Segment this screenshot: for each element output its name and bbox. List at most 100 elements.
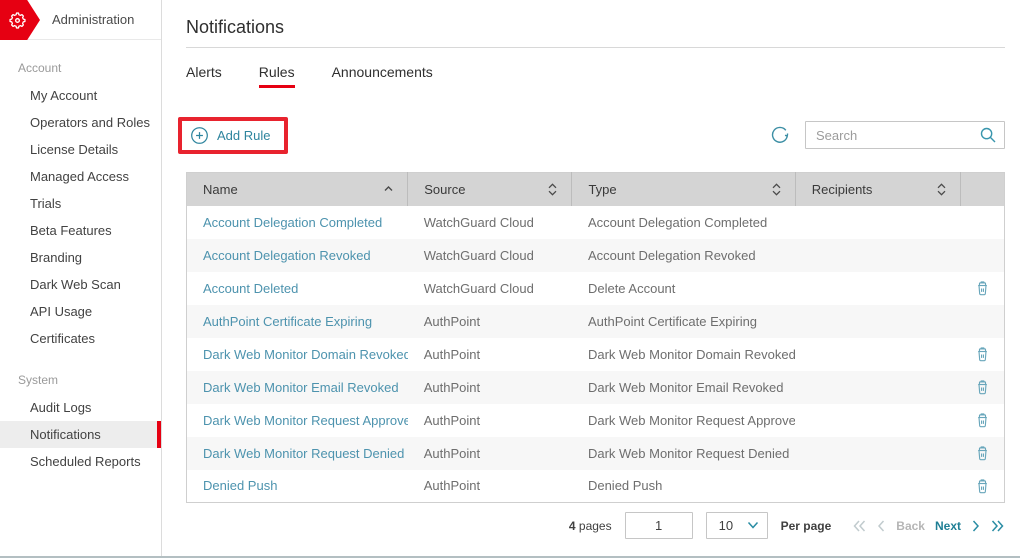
rule-recipients: [795, 239, 960, 272]
rule-source: WatchGuard Cloud: [423, 247, 534, 263]
sidebar-header: Administration: [0, 0, 161, 40]
tab-announcements[interactable]: Announcements: [332, 64, 433, 88]
trash-icon: [977, 347, 987, 362]
sidebar-item-label: Audit Logs: [30, 400, 92, 415]
per-page-label: Per page: [780, 518, 832, 533]
sidebar-item-label: Operators and Roles: [30, 115, 150, 130]
rule-name-link[interactable]: Dark Web Monitor Request Denied: [203, 446, 404, 461]
rule-type: Delete Account: [587, 280, 676, 296]
page-number-input[interactable]: [624, 512, 693, 539]
rule-recipients: [795, 437, 960, 470]
sidebar-section: System Audit Logs Notifications Schedule…: [0, 373, 161, 475]
rule-name-link[interactable]: Account Delegation Completed: [203, 215, 382, 230]
column-header-label: Name: [203, 181, 238, 197]
toolbar: Add Rule: [178, 112, 1005, 158]
sidebar-item-label: Managed Access: [30, 169, 130, 184]
tab-rules[interactable]: Rules: [258, 64, 295, 88]
sidebar-item-label: License Details: [30, 142, 119, 157]
rule-name-link[interactable]: Account Delegation Revoked: [203, 248, 371, 263]
tab-alerts[interactable]: Alerts: [186, 64, 222, 88]
table-row: Account Delegation Completed WatchGuard …: [187, 206, 1005, 239]
sidebar-item-managed-access[interactable]: Managed Access: [0, 163, 161, 190]
main-content: Notifications Alerts Rules Announcements A…: [163, 0, 1020, 558]
sidebar-item-beta-features[interactable]: Beta Features: [0, 217, 161, 244]
pages-count-label: 4 pages: [569, 519, 612, 533]
rule-name-link[interactable]: AuthPoint Certificate Expiring: [203, 314, 372, 329]
column-header-recipients[interactable]: Recipients: [795, 172, 961, 206]
rule-name-link[interactable]: Dark Web Monitor Email Revoked: [203, 380, 399, 395]
sidebar-item-dark-web-scan[interactable]: Dark Web Scan: [0, 271, 161, 298]
chevron-down-icon: [747, 521, 758, 529]
sidebar-item-my-account[interactable]: My Account: [0, 82, 161, 109]
delete-rule-button[interactable]: [972, 441, 993, 464]
rule-name-link[interactable]: Denied Push: [203, 478, 277, 493]
column-header-label: Type: [588, 181, 617, 197]
sidebar-sections: Account My Account Operators and Roles L…: [0, 61, 161, 475]
sidebar-item-scheduled-reports[interactable]: Scheduled Reports: [0, 448, 161, 475]
search-input[interactable]: [805, 121, 1005, 149]
delete-rule-button[interactable]: [972, 408, 993, 431]
rule-source: AuthPoint: [423, 346, 481, 362]
sidebar-item-label: Branding: [30, 250, 83, 265]
rule-type: Dark Web Monitor Email Revoked: [587, 379, 784, 395]
table-row: Dark Web Monitor Request Approved AuthPo…: [187, 404, 1005, 437]
column-header-actions: [960, 172, 1005, 206]
rule-name-link[interactable]: Dark Web Monitor Domain Revoked: [203, 347, 408, 362]
pages-word: pages: [578, 518, 612, 533]
rule-source: WatchGuard Cloud: [423, 280, 534, 296]
sidebar-item-label: Beta Features: [30, 223, 112, 238]
sidebar-item-certificates[interactable]: Certificates: [0, 325, 161, 352]
prev-page-button[interactable]: [877, 519, 886, 533]
rule-source: AuthPoint: [423, 412, 481, 428]
sidebar-item-label: Trials: [30, 196, 62, 211]
next-page-chevron-button[interactable]: [971, 519, 980, 533]
sidebar-item-operators-and-roles[interactable]: Operators and Roles: [0, 109, 161, 136]
sidebar-item-label: Scheduled Reports: [30, 454, 141, 469]
sidebar-item-label: Dark Web Scan: [30, 277, 121, 292]
double-chevron-left-icon: [853, 519, 866, 532]
column-header-label: Recipients: [811, 181, 873, 197]
back-button[interactable]: Back: [896, 519, 925, 533]
column-header-name[interactable]: Name: [186, 172, 409, 206]
delete-rule-button[interactable]: [972, 276, 993, 299]
sidebar-item-audit-logs[interactable]: Audit Logs: [0, 394, 161, 421]
pages-count: 4: [568, 518, 576, 533]
sidebar-item-label: My Account: [30, 88, 98, 103]
trash-icon: [977, 479, 987, 493]
add-rule-label: Add Rule: [217, 127, 271, 143]
column-header-type[interactable]: Type: [571, 172, 796, 206]
rule-source: AuthPoint: [423, 478, 481, 494]
trash-icon: [977, 446, 987, 461]
delete-rule-button[interactable]: [972, 342, 993, 365]
sidebar-item-notifications[interactable]: Notifications: [0, 421, 161, 448]
refresh-icon[interactable]: [769, 124, 791, 146]
rule-name-link[interactable]: Dark Web Monitor Request Approved: [203, 413, 408, 428]
sidebar-item-branding[interactable]: Branding: [0, 244, 161, 271]
per-page-select[interactable]: 10: [705, 512, 768, 539]
next-button[interactable]: Next: [935, 519, 961, 533]
table-row: AuthPoint Certificate Expiring AuthPoint…: [186, 304, 1005, 338]
delete-rule-button[interactable]: [972, 375, 993, 398]
table-row: Account Delegation Revoked WatchGuard Cl…: [186, 238, 1005, 272]
plus-circle-icon: [191, 126, 208, 144]
sidebar-item-api-usage[interactable]: API Usage: [0, 298, 161, 325]
sidebar-item-license-details[interactable]: License Details: [0, 136, 161, 163]
add-rule-highlight-annotation: Add Rule: [178, 116, 289, 154]
delete-rule-button[interactable]: [972, 474, 993, 497]
table-row: Dark Web Monitor Domain Revoked AuthPoin…: [187, 338, 1005, 371]
sidebar-section-label: Account: [18, 61, 62, 75]
column-header-source[interactable]: Source: [407, 172, 573, 206]
rule-name-link[interactable]: Account Deleted: [203, 281, 298, 296]
chevron-right-icon: [972, 519, 980, 532]
sidebar: Administration Account My Account Operat…: [0, 0, 162, 558]
table-row: Denied Push AuthPoint Denied Push: [187, 470, 1005, 503]
add-rule-button[interactable]: Add Rule: [190, 126, 270, 145]
rules-table: Name Source Type Recipients Account Dele…: [186, 172, 1005, 503]
sort-icon: [548, 183, 557, 196]
first-page-button[interactable]: [852, 519, 867, 533]
last-page-button[interactable]: [990, 519, 1005, 533]
sidebar-item-trials[interactable]: Trials: [0, 190, 161, 217]
title-divider: [186, 47, 1005, 48]
rule-recipients: [795, 206, 960, 239]
table-row: Dark Web Monitor Email Revoked AuthPoint…: [186, 370, 1005, 404]
